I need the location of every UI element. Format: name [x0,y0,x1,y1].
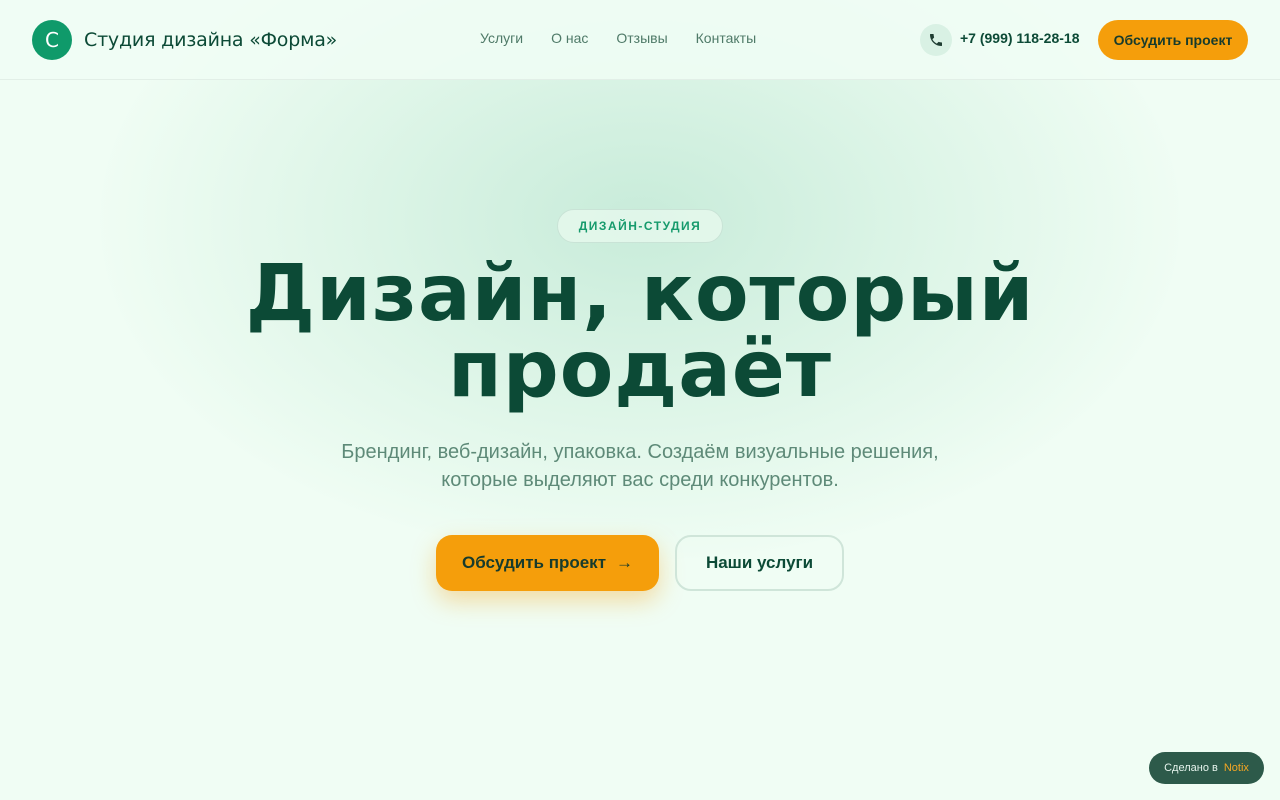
logo-mark: С [32,20,72,60]
made-with-brand: Notix [1223,762,1249,774]
arrow-right-icon: → [616,553,634,572]
site-header: С Студия дизайна «Форма» Услуги О нас От… [0,0,1280,80]
discuss-project-label: Обсудить проект [461,553,607,572]
hero-badge: ДИЗАЙН-СТУДИЯ [557,209,723,243]
header-discuss-project-button[interactable]: Обсудить проект [1098,20,1248,60]
brand-name: Студия дизайна «Форма» [84,29,338,51]
nav-item-about[interactable]: О нас [551,30,588,46]
hero-title-line-2: продаёт [447,325,833,415]
logo[interactable]: С Студия дизайна «Форма» [32,20,337,60]
hero-subtitle: Брендинг, веб-дизайн, упаковка. Создаём … [300,438,980,494]
made-with-label: Сделано в [1164,762,1218,774]
made-with-badge[interactable]: Сделано в Notix [1149,752,1264,784]
nav-item-reviews[interactable]: Отзывы [616,30,667,46]
phone-number[interactable]: +7 (999) 118-28-18 [960,30,1079,46]
nav-item-services[interactable]: Услуги [480,30,523,46]
nav-item-contacts[interactable]: Контакты [696,30,756,46]
hero-subtitle-line-2: которые выделяют вас среди конкурентов. [441,469,839,491]
discuss-project-button[interactable]: Обсудить проект → [436,535,659,591]
phone-icon[interactable] [920,24,952,56]
our-services-button[interactable]: Наши услуги [675,535,844,591]
main-nav: Услуги О нас Отзывы Контакты [480,30,756,46]
hero-title: Дизайн, который продаёт [240,255,1040,409]
hero-subtitle-line-1: Брендинг, веб-дизайн, упаковка. Создаём … [341,441,939,463]
